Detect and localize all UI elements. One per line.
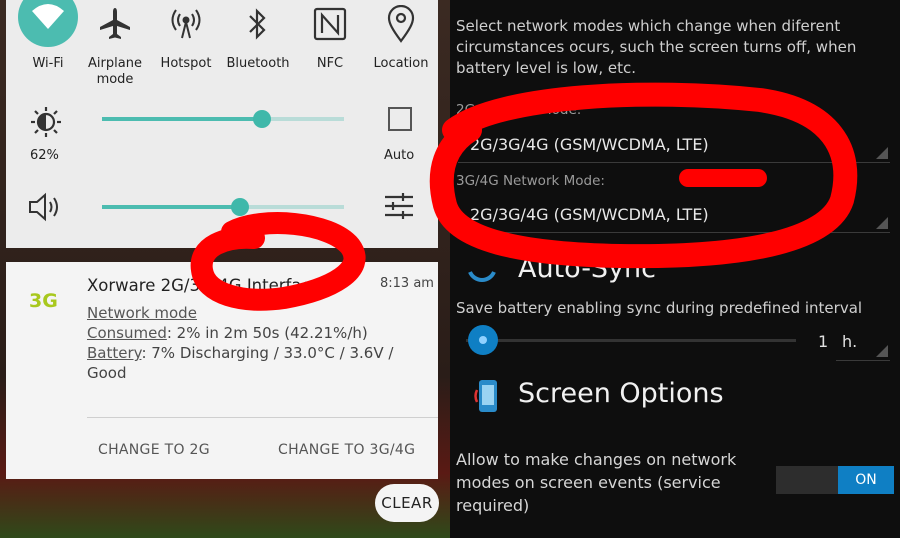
battery-key: Battery <box>87 344 142 362</box>
notification-time: 8:13 am <box>380 276 434 291</box>
volume-slider[interactable] <box>102 198 344 216</box>
screen-desc-line: modes on screen events (service <box>456 473 721 492</box>
location-icon <box>365 4 437 44</box>
autosync-description: Save battery enabling sync during predef… <box>456 299 863 317</box>
sync-interval-thumb[interactable] <box>468 325 498 355</box>
tile-airplane-mode[interactable]: Airplane mode <box>79 0 151 92</box>
mode1-underline <box>458 162 890 163</box>
brightness-percent: 62% <box>30 148 59 163</box>
brightness-slider-fill <box>102 117 262 121</box>
network-badge: 3G <box>29 290 58 312</box>
hotspot-icon <box>150 4 222 44</box>
quick-settings-panel: Wi-Fi Airplane mode Hotspot Bluetooth NF… <box>6 0 438 248</box>
clear-button[interactable]: CLEAR <box>375 484 439 522</box>
tile-label: Location <box>373 56 429 71</box>
screen-events-toggle[interactable]: ON <box>776 466 894 494</box>
spinner-arrow-icon <box>876 345 888 357</box>
intro-text-line: circumstances ocurs, such the screen tur… <box>456 38 857 56</box>
brightness-slider-thumb[interactable] <box>252 110 271 128</box>
speaker-icon <box>28 192 64 226</box>
sound-settings-icon[interactable] <box>383 192 415 224</box>
brightness-icon <box>30 106 62 142</box>
sync-interval-slider[interactable] <box>466 325 796 355</box>
change-to-3g4g-button[interactable]: CHANGE TO 3G/4G <box>278 442 415 458</box>
notification-divider <box>87 417 438 418</box>
change-to-2g-button[interactable]: CHANGE TO 2G <box>98 442 210 458</box>
consumed-value: : 2% in 2m 50s (42.21%/h) <box>166 324 368 342</box>
tile-location[interactable]: Location <box>365 0 437 92</box>
mode2-underline <box>458 232 890 233</box>
battery-value: : 7% Discharging / 33.0°C / 3.6V / <box>141 344 394 362</box>
screen-options-heading: Screen Options <box>518 378 724 409</box>
sync-icon <box>464 250 500 290</box>
battery-health-line: Good <box>87 364 127 382</box>
auto-brightness-checkbox[interactable] <box>388 107 412 131</box>
autosync-heading: Auto-Sync <box>518 253 657 284</box>
airplane-icon <box>79 4 151 44</box>
brightness-slider[interactable] <box>102 110 344 128</box>
intro-text-line: Select network modes which change when d… <box>456 17 841 35</box>
screen-options-description: Allow to make changes on network modes o… <box>456 448 736 517</box>
toggle-on-label: ON <box>838 466 894 494</box>
volume-slider-thumb[interactable] <box>230 198 249 216</box>
mode2-spinner[interactable] <box>458 198 890 232</box>
battery-line: Battery: 7% Discharging / 33.0°C / 3.6V … <box>87 343 393 363</box>
sync-interval-unit: h. <box>842 332 858 351</box>
screen-desc-line: required) <box>456 496 530 515</box>
mode1-label: 2G Network Mode: <box>456 102 582 118</box>
notification-shade: Wi-Fi Airplane mode Hotspot Bluetooth NF… <box>0 0 450 538</box>
tile-hotspot[interactable]: Hotspot <box>150 0 222 92</box>
unit-underline <box>836 360 890 361</box>
wifi-icon <box>18 0 78 47</box>
tile-nfc[interactable]: NFC <box>294 0 366 92</box>
sync-interval-unit-spinner[interactable]: h. <box>834 326 890 360</box>
tile-bluetooth[interactable]: Bluetooth <box>222 0 294 92</box>
auto-brightness-label: Auto <box>384 148 415 163</box>
bluetooth-icon <box>222 4 294 44</box>
spinner-arrow-icon <box>876 217 888 229</box>
consumed-key: Consumed <box>87 324 167 342</box>
screen-desc-line: Allow to make changes on network <box>456 450 737 469</box>
sync-interval-value: 1 <box>818 332 829 351</box>
mode2-label: 3G/4G Network Mode: <box>456 173 605 189</box>
network-mode-line: Network mode <box>87 304 197 322</box>
intro-text-line: battery level is low, etc. <box>456 59 636 77</box>
nfc-icon <box>294 4 366 44</box>
consumed-line: Consumed: 2% in 2m 50s (42.21%/h) <box>87 323 368 343</box>
mode1-spinner[interactable] <box>458 128 890 162</box>
notification-title: Xorware 2G/3G/4G Interface <box>87 276 321 295</box>
phone-screen-icon <box>474 378 504 418</box>
spinner-arrow-icon <box>876 147 888 159</box>
notification-card[interactable]: 3G Xorware 2G/3G/4G Interface 8:13 am Ne… <box>6 262 438 479</box>
settings-screen: Select network modes which change when d… <box>450 0 900 538</box>
volume-slider-fill <box>102 205 240 209</box>
